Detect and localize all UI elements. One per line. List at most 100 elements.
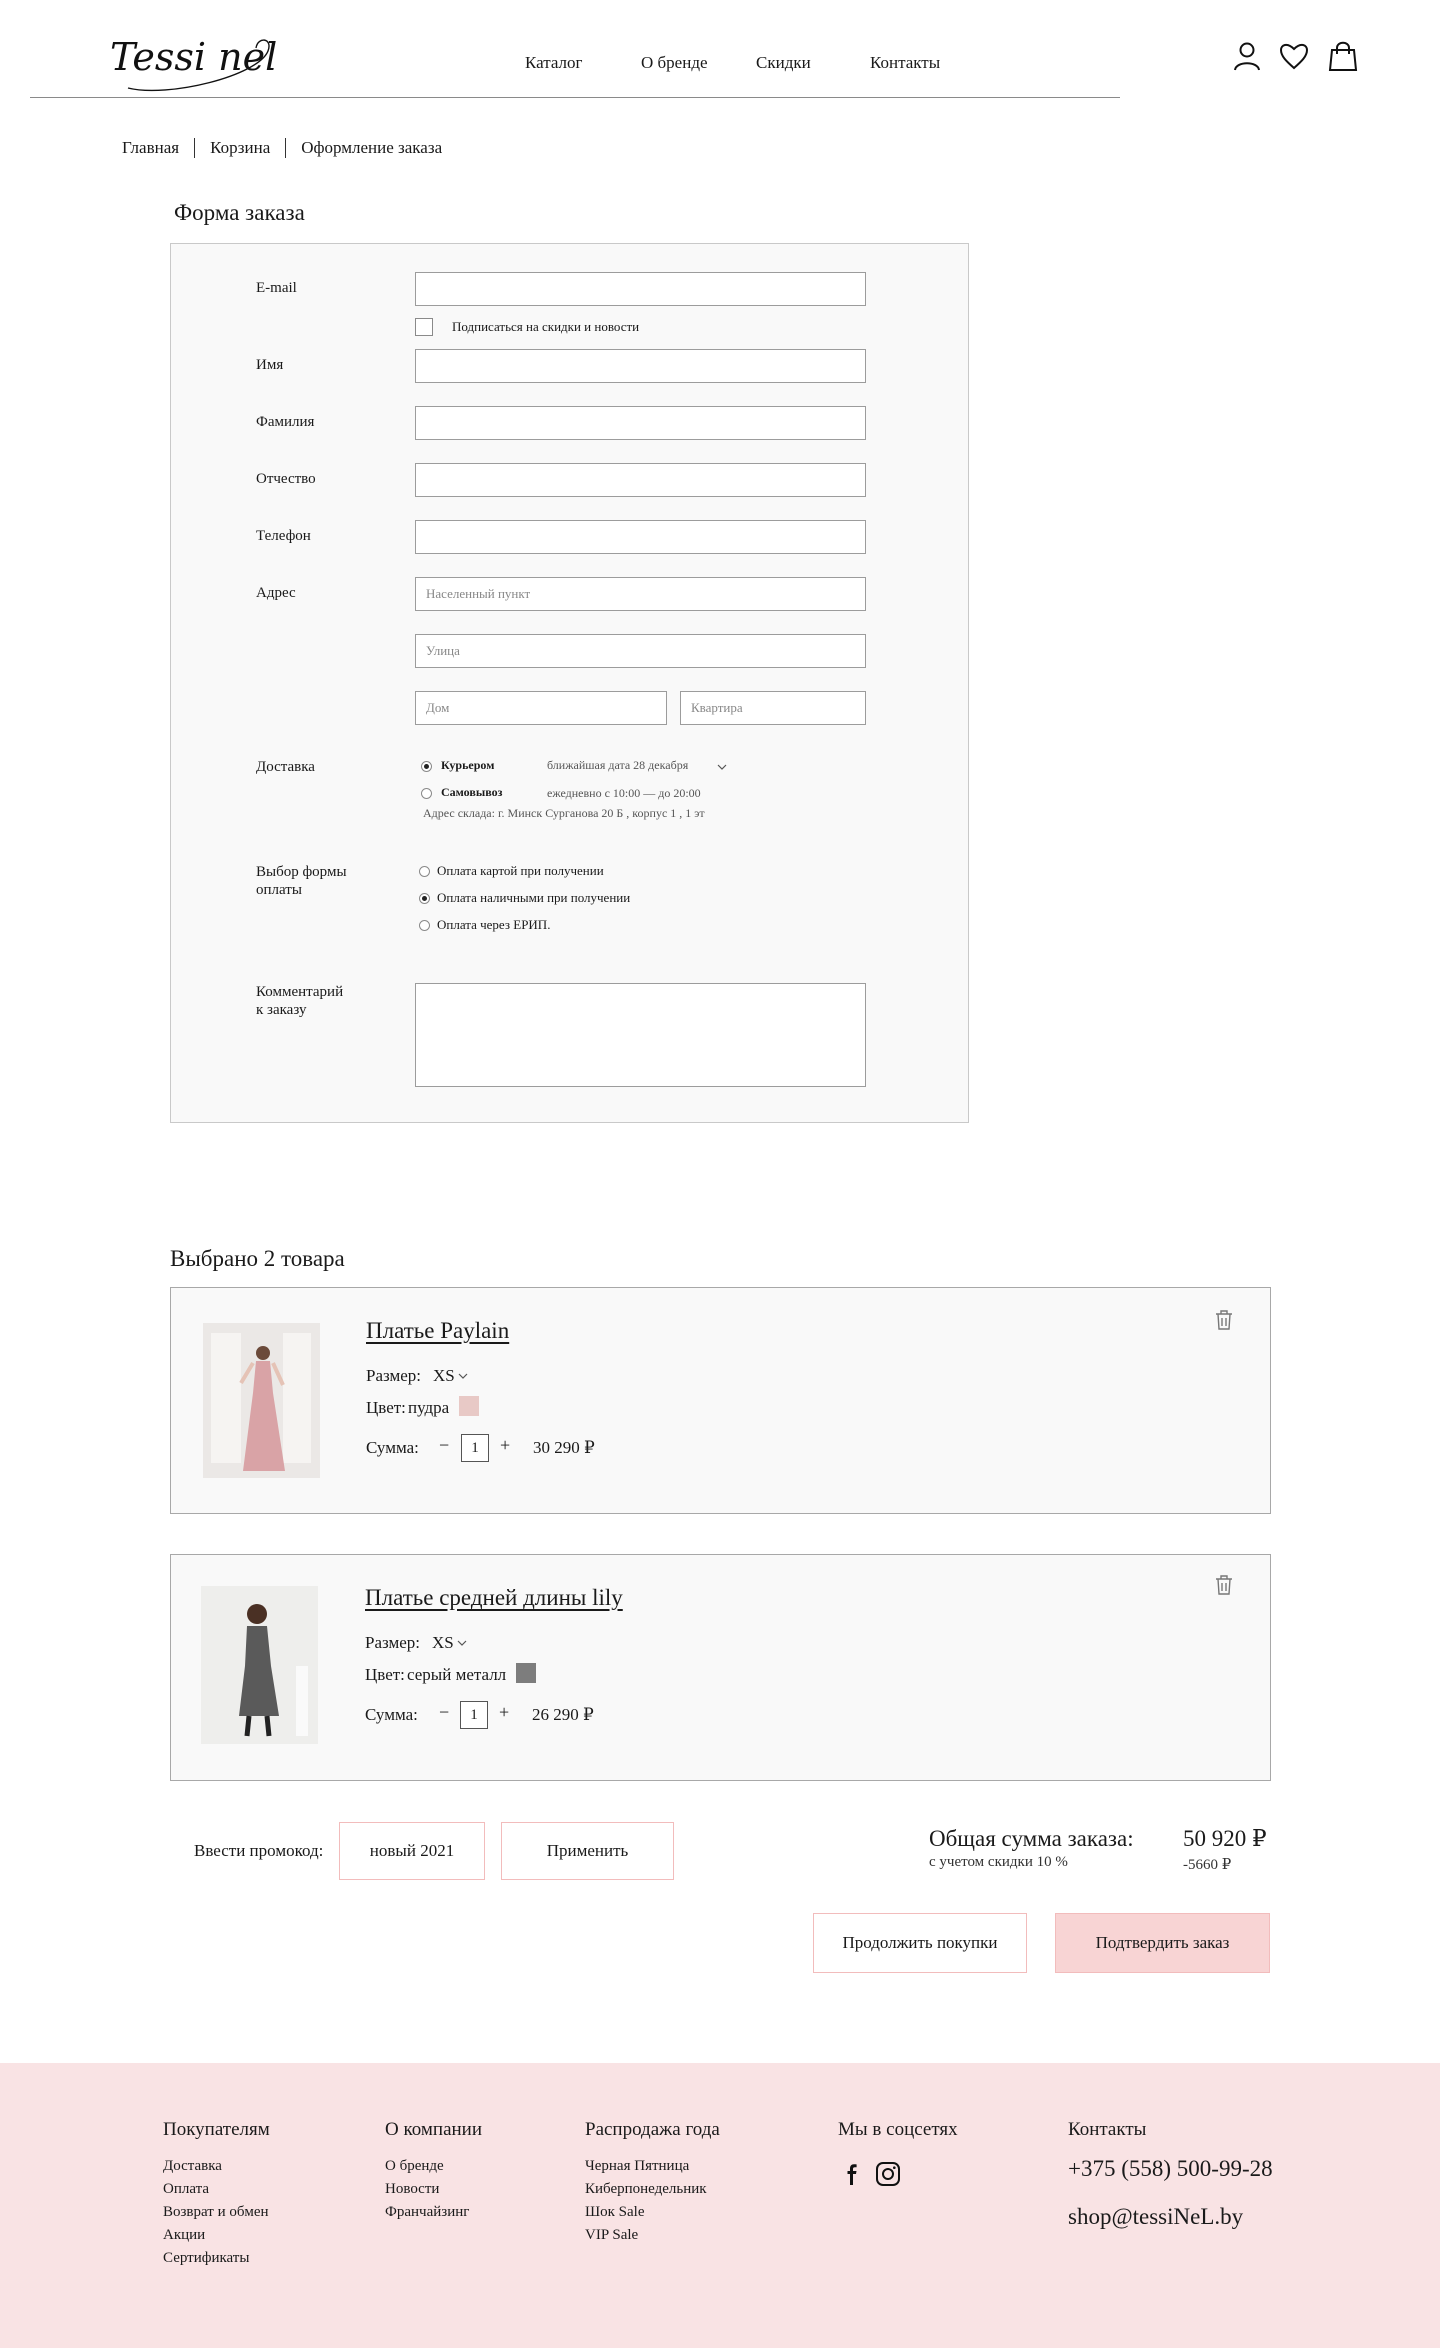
product-photo[interactable] (201, 1586, 318, 1744)
user-icon[interactable] (1231, 40, 1263, 72)
footer-link[interactable]: Акции (163, 2224, 269, 2247)
delivery-courier-radio[interactable] (421, 761, 432, 772)
chevron-down-icon[interactable] (717, 763, 727, 771)
delivery-courier-date[interactable]: ближайшая дата 28 декабря (547, 758, 688, 773)
first-name-field[interactable] (415, 349, 866, 383)
product-name[interactable]: Платье Paylain (366, 1318, 509, 1344)
footer-link[interactable]: Франчайзинг (385, 2201, 469, 2224)
cart-title: Выбрано 2 товара (170, 1246, 345, 1271)
house-field[interactable] (415, 691, 667, 725)
warehouse-address: Адрес склада: г. Минск Сурганова 20 Б , … (423, 806, 705, 820)
total-note: с учетом скидки 10 % (929, 1854, 1068, 1870)
logo-text: Tessi nel (110, 35, 277, 79)
qty-decrease-button[interactable]: − (439, 1435, 449, 1456)
footer-sale-list: Черная Пятница Киберпонедельник Шок Sale… (585, 2155, 707, 2247)
color-swatch (459, 1396, 479, 1416)
payment-card-label[interactable]: Оплата картой при получении (437, 863, 604, 879)
comment-label: Комментарий к заказу (256, 984, 344, 1018)
product-photo[interactable] (203, 1323, 320, 1478)
instagram-icon[interactable] (875, 2161, 901, 2187)
footer-link[interactable]: Киберпонедельник (585, 2178, 707, 2201)
city-field[interactable] (415, 577, 866, 611)
nav-about-brand[interactable]: О бренде (641, 53, 708, 73)
payment-card-radio[interactable] (419, 866, 430, 877)
footer-link[interactable]: Черная Пятница (585, 2155, 707, 2178)
subscribe-checkbox[interactable] (415, 318, 433, 336)
size-select[interactable]: XS (433, 1366, 455, 1386)
chevron-down-icon[interactable] (458, 1372, 468, 1380)
promo-code-input[interactable]: новый 2021 (339, 1822, 485, 1880)
size-label: Размер: (365, 1633, 421, 1652)
size-select[interactable]: XS (432, 1633, 454, 1653)
trash-icon[interactable] (1214, 1574, 1234, 1596)
trash-icon[interactable] (1214, 1309, 1234, 1331)
delivery-pickup-radio[interactable] (421, 788, 432, 799)
confirm-order-button[interactable]: Подтвердить заказ (1055, 1913, 1270, 1973)
qty-decrease-button[interactable]: − (439, 1702, 449, 1723)
breadcrumb-separator (285, 138, 287, 158)
payment-erip-radio[interactable] (419, 920, 430, 931)
nav-catalog[interactable]: Каталог (525, 53, 583, 73)
payment-cash-radio[interactable] (419, 893, 430, 904)
flat-field[interactable] (680, 691, 866, 725)
footer-sale-title: Распродажа года (585, 2119, 720, 2140)
footer-link[interactable]: Сертификаты (163, 2247, 269, 2270)
facebook-icon[interactable] (838, 2161, 864, 2187)
color-label: Цвет: (365, 1665, 405, 1684)
qty-input[interactable]: 1 (461, 1434, 489, 1462)
cart-item: Платье Paylain Размер: XS Цвет: пудра Су… (170, 1287, 1271, 1514)
first-name-label: Имя (256, 357, 284, 373)
street-field[interactable] (415, 634, 866, 668)
product-name[interactable]: Платье средней длины lily (365, 1585, 623, 1611)
color-swatch (516, 1663, 536, 1683)
subscribe-label: Подписаться на скидки и новости (452, 319, 640, 334)
delivery-pickup-label[interactable]: Самовывоз (441, 785, 502, 800)
footer: Покупателям Доставка Оплата Возврат и об… (0, 2063, 1440, 2348)
brand-logo[interactable]: Tessi nel (108, 26, 278, 96)
comment-field[interactable] (415, 983, 866, 1087)
footer-link[interactable]: VIP Sale (585, 2224, 707, 2247)
footer-link[interactable]: Оплата (163, 2178, 269, 2201)
footer-email[interactable]: shop@tessiNeL.by (1068, 2204, 1243, 2230)
nav-contacts[interactable]: Контакты (870, 53, 940, 73)
breadcrumb-separator (194, 138, 196, 158)
footer-link[interactable]: Новости (385, 2178, 469, 2201)
qty-input[interactable]: 1 (460, 1701, 488, 1729)
payment-erip-label[interactable]: Оплата через ЕРИП. (437, 917, 550, 933)
qty-increase-button[interactable]: + (499, 1702, 509, 1723)
patronymic-field[interactable] (415, 463, 866, 497)
footer-link[interactable]: О бренде (385, 2155, 469, 2178)
footer-phone[interactable]: +375 (558) 500-99-28 (1068, 2156, 1273, 2182)
payment-cash-label[interactable]: Оплата наличными при получении (437, 890, 630, 906)
delivery-courier-label[interactable]: Курьером (441, 758, 494, 773)
footer-link[interactable]: Шок Sale (585, 2201, 707, 2224)
discount-value: -5660 ₽ (1183, 1857, 1232, 1873)
footer-buyers-title: Покупателям (163, 2119, 270, 2140)
footer-company-title: О компании (385, 2119, 483, 2140)
shopping-bag-icon[interactable] (1327, 40, 1359, 72)
footer-buyers-list: Доставка Оплата Возврат и обмен Акции Се… (163, 2155, 269, 2270)
footer-link[interactable]: Возврат и обмен (163, 2201, 269, 2224)
color-label: Цвет: (366, 1398, 406, 1417)
chevron-down-icon[interactable] (457, 1639, 467, 1647)
footer-contacts-title: Контакты (1068, 2119, 1147, 2140)
continue-shopping-button[interactable]: Продолжить покупки (813, 1913, 1027, 1973)
apply-promo-button[interactable]: Применить (501, 1822, 674, 1880)
address-label: Адрес (256, 585, 296, 601)
sum-label: Сумма: (365, 1705, 418, 1724)
phone-field[interactable] (415, 520, 866, 554)
item-price: 30 290 ₽ (533, 1438, 595, 1457)
last-name-field[interactable] (415, 406, 866, 440)
last-name-label: Фамилия (256, 414, 315, 430)
item-price: 26 290 ₽ (532, 1705, 594, 1724)
footer-link[interactable]: Доставка (163, 2155, 269, 2178)
form-title: Форма заказа (174, 200, 305, 225)
email-field[interactable] (415, 272, 866, 306)
heart-icon[interactable] (1278, 40, 1310, 72)
breadcrumb-checkout: Оформление заказа (301, 138, 443, 157)
nav-discounts[interactable]: Скидки (756, 53, 811, 73)
breadcrumb-home[interactable]: Главная (122, 138, 179, 158)
cart-item: Платье средней длины lily Размер: XS Цве… (170, 1554, 1271, 1781)
breadcrumb-cart[interactable]: Корзина (210, 138, 270, 158)
qty-increase-button[interactable]: + (500, 1435, 510, 1456)
